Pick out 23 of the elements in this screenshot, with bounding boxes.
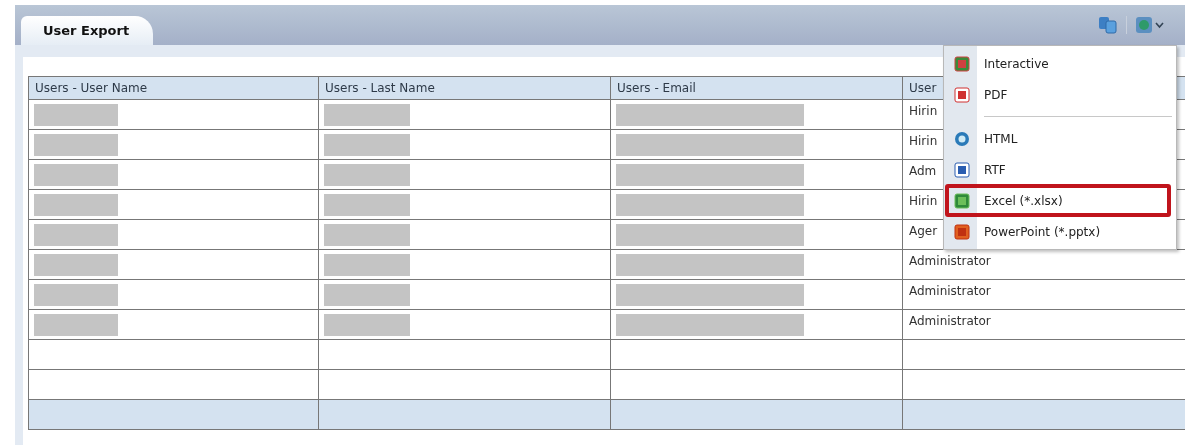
document-icon <box>954 86 970 103</box>
document-icon <box>954 161 970 178</box>
menu-item[interactable]: PowerPoint (*.pptx) <box>946 216 1170 247</box>
table-cell: Hirin <box>909 134 938 148</box>
menu-item[interactable]: Excel (*.xlsx) <box>946 185 1170 216</box>
table-cell: Ager <box>909 224 938 238</box>
menu-item[interactable]: PDF <box>946 79 1170 110</box>
column-header[interactable]: Users - User Name <box>28 76 319 100</box>
menu-item[interactable]: RTF <box>946 154 1170 185</box>
table-cell: Adm <box>909 164 937 178</box>
column-header[interactable]: Users - Last Name <box>318 76 611 100</box>
tab[interactable]: User Export <box>21 16 154 45</box>
table-cell: Administrator <box>909 284 991 298</box>
menu-item[interactable]: Interactive <box>946 48 1170 79</box>
slide-icon <box>954 223 970 240</box>
table-cell: Administrator <box>909 314 991 328</box>
spreadsheet-icon <box>954 192 970 209</box>
table-cell: Hirin <box>909 194 938 208</box>
export-dropdown-icon[interactable] <box>1135 16 1165 34</box>
column-header[interactable]: Users - Email <box>610 76 903 100</box>
table-cell: Hirin <box>909 104 938 118</box>
menu-item[interactable]: HTML <box>946 123 1170 154</box>
table-cell: Administrator <box>909 254 991 268</box>
